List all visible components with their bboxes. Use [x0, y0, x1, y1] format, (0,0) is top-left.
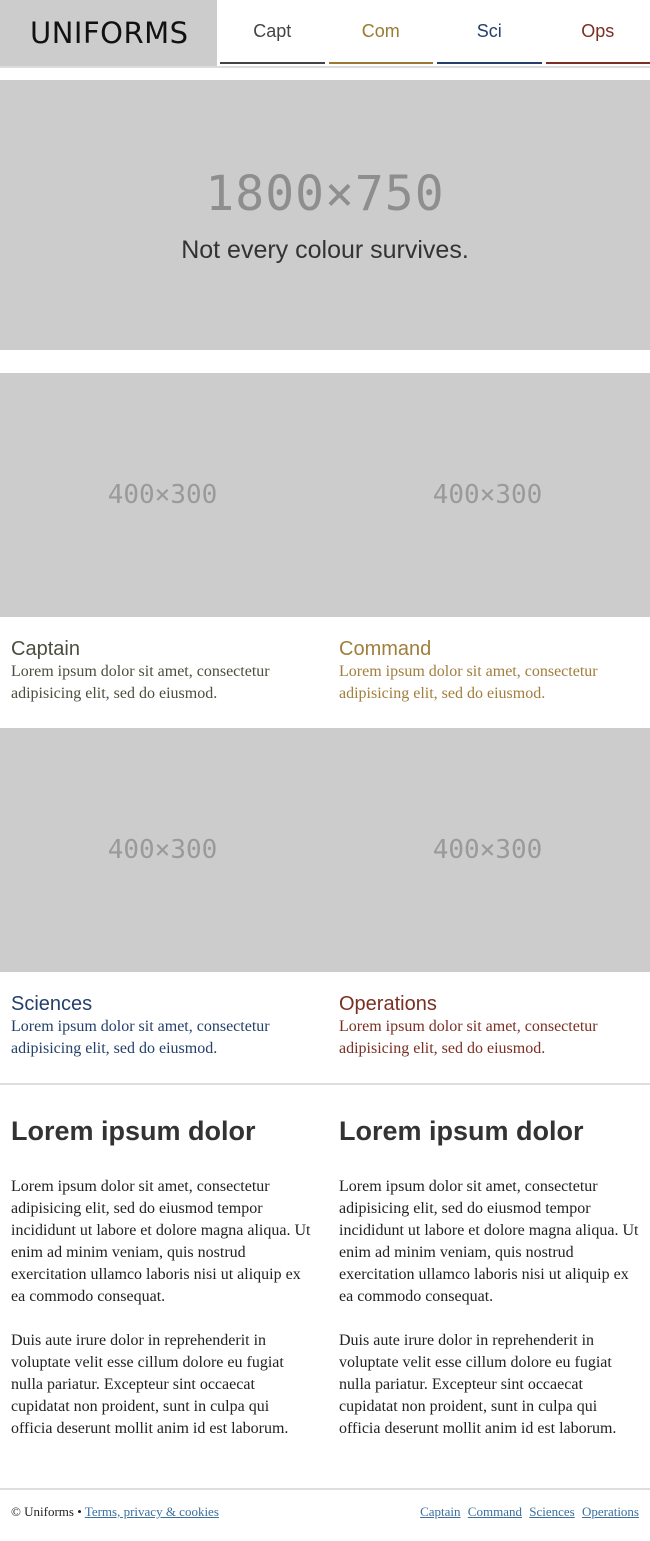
card-row: 400×300 400×300 Sciences Lorem ipsum dol… — [0, 728, 650, 1083]
article-paragraph: Lorem ipsum dolor sit amet, consectetur … — [339, 1178, 639, 1305]
footer-link-operations[interactable]: Operations — [582, 1504, 639, 1519]
card-sciences: Sciences Lorem ipsum dolor sit amet, con… — [11, 992, 325, 1083]
card-image-sciences[interactable]: 400×300 — [0, 728, 325, 972]
card-title[interactable]: Command — [339, 637, 639, 661]
main-nav: Capt Com Sci Ops — [217, 0, 650, 66]
footer-links: Captain Command Sciences Operations — [416, 1504, 639, 1520]
uniform-cards: 400×300 400×300 Captain Lorem ipsum dolo… — [0, 373, 650, 1083]
card-command: Command Lorem ipsum dolor sit amet, cons… — [325, 637, 639, 728]
card-title[interactable]: Operations — [339, 992, 639, 1016]
article-paragraph: Duis aute irure dolor in reprehenderit i… — [11, 1332, 289, 1437]
card-row: 400×300 400×300 Captain Lorem ipsum dolo… — [0, 373, 650, 728]
nav-item-captain[interactable]: Capt — [220, 0, 325, 64]
card-description: Lorem ipsum dolor sit amet, consectetur … — [11, 663, 270, 702]
card-title[interactable]: Sciences — [11, 992, 311, 1016]
card-description: Lorem ipsum dolor sit amet, consectetur … — [11, 1018, 270, 1057]
card-texts-row: Captain Lorem ipsum dolor sit amet, cons… — [0, 617, 650, 728]
nav-item-sciences[interactable]: Sci — [437, 0, 542, 64]
card-image-operations[interactable]: 400×300 — [325, 728, 650, 972]
terms-link[interactable]: Terms, privacy & cookies — [85, 1504, 219, 1519]
nav-item-operations[interactable]: Ops — [545, 0, 650, 64]
article-columns: Lorem ipsum dolor Lorem ipsum dolor sit … — [0, 1085, 650, 1488]
article-paragraph: Lorem ipsum dolor sit amet, consectetur … — [11, 1178, 311, 1305]
article: Lorem ipsum dolor Lorem ipsum dolor sit … — [11, 1115, 325, 1462]
footer-left: © Uniforms • Terms, privacy & cookies — [11, 1504, 219, 1520]
footer-link-command[interactable]: Command — [468, 1504, 522, 1519]
card-image-command[interactable]: 400×300 — [325, 373, 650, 617]
footer-link-captain[interactable]: Captain — [420, 1504, 460, 1519]
article-title: Lorem ipsum dolor — [11, 1116, 256, 1146]
card-captain: Captain Lorem ipsum dolor sit amet, cons… — [11, 637, 325, 728]
card-description: Lorem ipsum dolor sit amet, consectetur … — [339, 1018, 598, 1057]
hero-size-label: 1800×750 — [205, 165, 445, 222]
site-footer: © Uniforms • Terms, privacy & cookies Ca… — [0, 1488, 650, 1534]
footer-link-sciences[interactable]: Sciences — [529, 1504, 574, 1519]
card-title[interactable]: Captain — [11, 637, 311, 661]
card-texts-row: Sciences Lorem ipsum dolor sit amet, con… — [0, 972, 650, 1083]
article: Lorem ipsum dolor Lorem ipsum dolor sit … — [325, 1115, 639, 1462]
nav-item-command[interactable]: Com — [328, 0, 433, 64]
article-paragraph: Duis aute irure dolor in reprehenderit i… — [339, 1332, 617, 1437]
card-description: Lorem ipsum dolor sit amet, consectetur … — [339, 663, 598, 702]
hero-caption: Not every colour survives. — [181, 235, 469, 264]
card-images-row: 400×300 400×300 — [0, 728, 650, 972]
card-operations: Operations Lorem ipsum dolor sit amet, c… — [325, 992, 639, 1083]
card-image-captain[interactable]: 400×300 — [0, 373, 325, 617]
article-title: Lorem ipsum dolor — [339, 1116, 584, 1146]
card-images-row: 400×300 400×300 — [0, 373, 650, 617]
site-logo[interactable]: UNIFORMS — [0, 0, 217, 66]
copyright-text: © Uniforms • — [11, 1504, 82, 1519]
hero-image-placeholder: 1800×750 Not every colour survives. — [0, 80, 650, 350]
site-header: UNIFORMS Capt Com Sci Ops — [0, 0, 650, 68]
